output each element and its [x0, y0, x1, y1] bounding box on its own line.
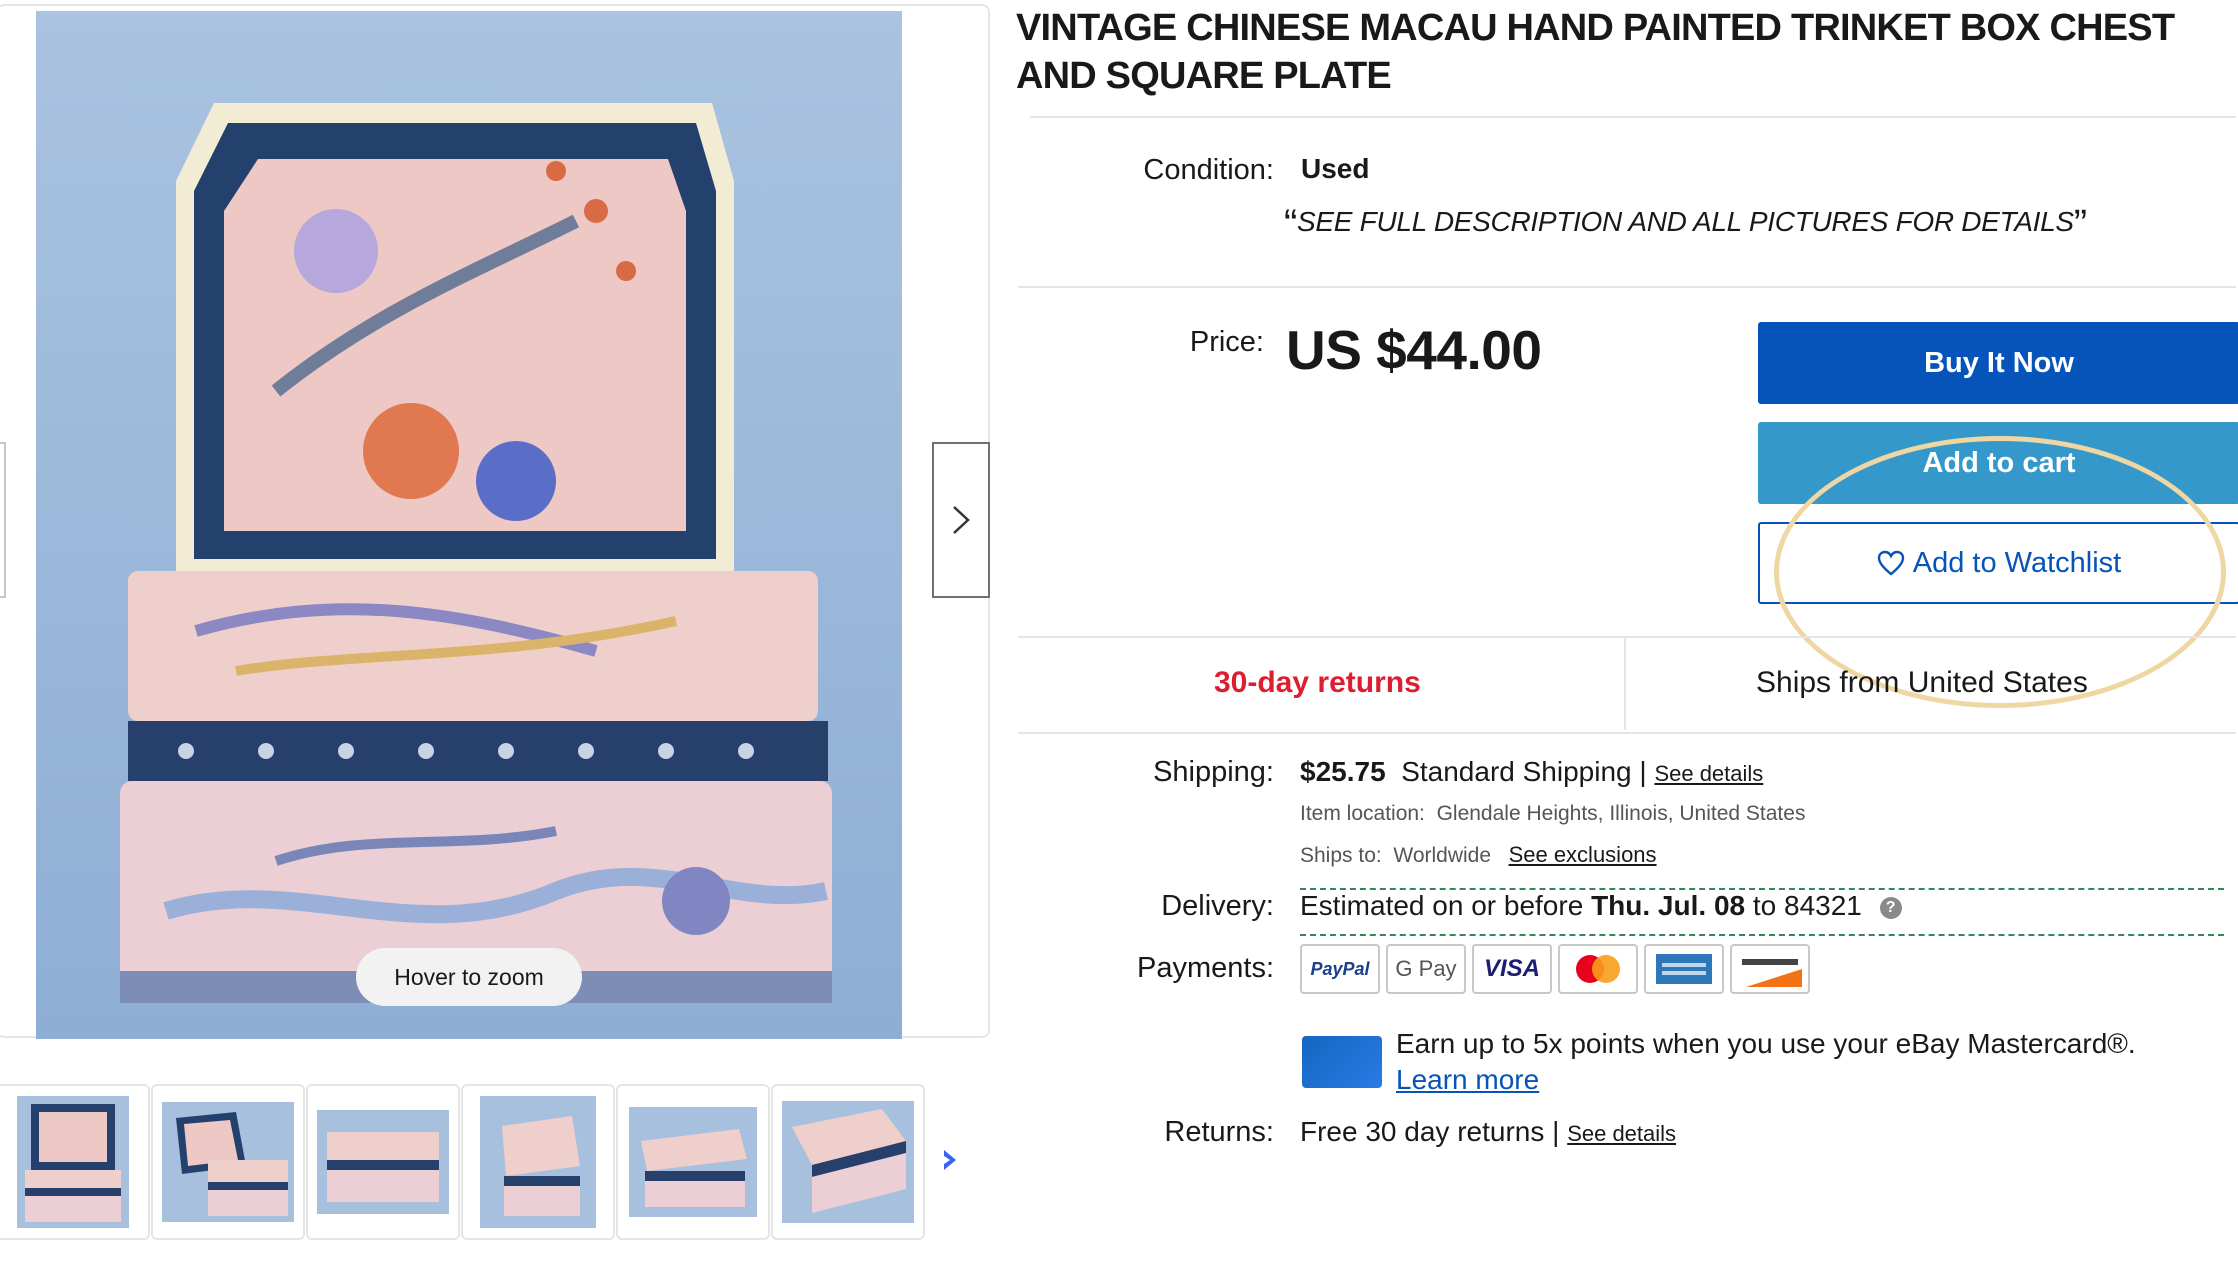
add-to-watchlist-label: Add to Watchlist [1912, 546, 2122, 579]
thumbnail-3[interactable] [306, 1084, 460, 1240]
delivery-suffix: to 84321 [1752, 890, 1862, 921]
payments-label: Payments: [1137, 952, 1274, 984]
item-location-value: Glendale Heights, Illinois, United State… [1436, 802, 1806, 825]
condition-note-text: SEE FULL DESCRIPTION AND ALL PICTURES FO… [1297, 206, 2074, 237]
shipping-summary: $25.75 Standard Shipping | See details [1300, 756, 1763, 788]
mastercard-promo-text: Earn up to 5x points when you use your e… [1396, 1028, 2136, 1059]
shipping-method: Standard Shipping | [1401, 756, 1647, 787]
item-title: VINTAGE CHINESE MACAU HAND PAINTED TRINK… [1016, 7, 2175, 97]
thumbnail-strip [0, 1084, 926, 1240]
heart-icon [1877, 550, 1905, 576]
thumbnail-4[interactable] [461, 1084, 615, 1240]
condition-value: Used [1301, 153, 1370, 184]
item-location: Item location: Glendale Heights, Illinoi… [1300, 802, 1805, 826]
delivery-estimate: Estimated on or before Thu. Jul. 08 to 8… [1300, 890, 1902, 922]
ships-to-value: Worldwide [1393, 844, 1492, 867]
mastercard-icon [1558, 944, 1638, 994]
visa-icon: VISA [1472, 944, 1552, 994]
thumbnail-6[interactable] [771, 1084, 925, 1240]
returns-summary: Free 30 day returns | See details [1300, 1116, 1676, 1148]
delivery-label: Delivery: [1161, 890, 1274, 922]
returns-label: Returns: [1164, 1116, 1274, 1148]
ships-to-label: Ships to: [1300, 844, 1382, 867]
american-express-icon [1644, 944, 1724, 994]
vertical-divider [1624, 638, 1626, 730]
discover-icon [1730, 944, 1810, 994]
buy-it-now-button[interactable]: Buy It Now [1758, 322, 2238, 404]
price-label: Price: [1189, 326, 1264, 358]
divider [1018, 286, 2236, 288]
returns-see-details-link[interactable]: See details [1567, 1121, 1676, 1146]
thumbnail-2[interactable] [151, 1084, 305, 1240]
next-image-button[interactable] [932, 442, 990, 598]
divider [1018, 732, 2236, 734]
chevron-right-icon [944, 1150, 956, 1170]
returns-highlight: 30-day returns [1214, 666, 1421, 699]
see-exclusions-link[interactable]: See exclusions [1509, 842, 1657, 867]
divider [1018, 636, 2236, 638]
chevron-right-icon [953, 506, 970, 534]
condition-note: “SEE FULL DESCRIPTION AND ALL PICTURES F… [1284, 202, 2087, 246]
thumbnail-next-arrow[interactable] [940, 1146, 960, 1174]
shipping-see-details-link[interactable]: See details [1654, 761, 1763, 786]
delivery-dashed-bottom [1300, 934, 2224, 936]
google-pay-icon: G Pay [1386, 944, 1466, 994]
ships-to: Ships to: Worldwide See exclusions [1300, 842, 1657, 868]
previous-image-button[interactable] [0, 442, 6, 598]
thumbnail-1[interactable] [0, 1084, 150, 1240]
item-location-label: Item location: [1300, 802, 1425, 825]
thumbnail-5[interactable] [616, 1084, 770, 1240]
help-icon[interactable]: ? [1879, 897, 1902, 919]
price-value: US $44.00 [1286, 319, 1542, 381]
ships-from-highlight: Ships from United States [1756, 666, 2088, 699]
hover-to-zoom-pill: Hover to zoom [356, 948, 582, 1006]
delivery-date: Thu. Jul. 08 [1591, 890, 1746, 921]
delivery-prefix: Estimated on or before [1300, 890, 1584, 921]
add-to-watchlist-button[interactable]: Add to Watchlist [1758, 522, 2238, 604]
condition-label: Condition: [1143, 154, 1274, 186]
ebay-mastercard-icon [1302, 1036, 1382, 1088]
paypal-icon: PayPal [1300, 944, 1380, 994]
main-product-image[interactable] [36, 11, 902, 1039]
shipping-label: Shipping: [1153, 756, 1274, 788]
mastercard-promo: Earn up to 5x points when you use your e… [1396, 1026, 2136, 1098]
divider [1030, 116, 2236, 118]
returns-value: Free 30 day returns | [1300, 1116, 1560, 1147]
shipping-price: $25.75 [1300, 756, 1386, 787]
payment-methods: PayPal G Pay VISA [1300, 944, 1810, 994]
learn-more-link[interactable]: Learn more [1396, 1062, 2136, 1098]
add-to-cart-button[interactable]: Add to cart [1758, 422, 2238, 504]
